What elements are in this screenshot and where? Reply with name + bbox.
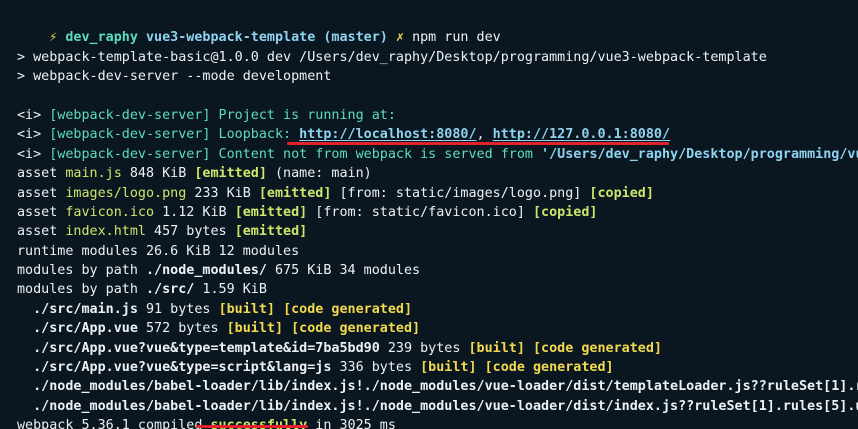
output-text: 848 KiB bbox=[121, 166, 195, 182]
output-text: runtime modules 26.6 KiB 12 modules bbox=[17, 243, 300, 259]
output-text: <i> bbox=[17, 127, 50, 143]
output-text: ./src/App.vue?vue&type=template&id=7ba5b… bbox=[17, 340, 380, 356]
output-text: [built] bbox=[218, 301, 275, 317]
output-text: [code generated] bbox=[291, 321, 421, 337]
output-text: favicon.ico bbox=[65, 204, 155, 220]
output-text: ./node_modules/babel-loader/lib/index.js… bbox=[17, 398, 858, 414]
output-text: ./src/App.vue bbox=[17, 321, 138, 337]
output-line: asset main.js 848 KiB [emitted] (name: m… bbox=[17, 164, 858, 183]
output-text: [built] bbox=[468, 340, 525, 356]
output-line: ./node_modules/babel-loader/lib/index.js… bbox=[17, 377, 858, 396]
output-text: [copied] bbox=[532, 204, 598, 220]
output-text: , bbox=[476, 127, 493, 143]
output-text: webpack 5.36.1 compiled bbox=[17, 418, 211, 429]
highlight-underline-loopback bbox=[287, 142, 669, 145]
output-text: [webpack-dev-server] Project is running … bbox=[49, 107, 396, 123]
output-text: asset bbox=[17, 166, 66, 182]
output-text: '/Users/dev_raphy/Desktop/programming/vu… bbox=[541, 146, 858, 162]
prompt-branch: (master) bbox=[323, 30, 388, 46]
output-text: [from: static/images/logo.png] bbox=[331, 185, 590, 201]
output-text: > webpack-dev-server --mode development bbox=[17, 69, 332, 85]
output-text: [code generated] bbox=[283, 301, 413, 317]
output-text: 1.59 KiB bbox=[194, 282, 267, 298]
output-text: <i> bbox=[17, 107, 50, 123]
output-text: [emitted] bbox=[234, 224, 308, 240]
output-text: [webpack-dev-server] Loopback: bbox=[49, 127, 300, 143]
output-text: [copied] bbox=[589, 185, 654, 201]
output-text: modules by path bbox=[17, 263, 146, 279]
output-line: ./src/App.vue 572 bytes [built] [code ge… bbox=[17, 319, 858, 338]
output-text: in 3025 ms bbox=[307, 418, 396, 429]
output-text: [emitted] bbox=[194, 166, 267, 182]
output-text: asset bbox=[17, 204, 66, 220]
output-text: 675 KiB 34 modules bbox=[266, 263, 421, 279]
output-line: ./src/main.js 91 bytes [built] [code gen… bbox=[17, 300, 858, 319]
output-text: [emitted] bbox=[258, 185, 332, 201]
prompt-command[interactable]: npm run dev bbox=[412, 30, 501, 45]
output-text: asset bbox=[17, 224, 66, 240]
output-text: ./src/ bbox=[146, 282, 195, 298]
terminal-window[interactable]: ⚡ dev_raphy vue3-webpack-template (maste… bbox=[0, 0, 858, 429]
output-text: [webpack-dev-server] Content not from we… bbox=[49, 146, 542, 162]
output-text: 336 bytes bbox=[331, 360, 421, 376]
terminal-output: > webpack-template-basic@1.0.0 dev /User… bbox=[17, 28, 858, 429]
output-text: 91 bytes bbox=[137, 301, 219, 317]
output-text: ./node_modules/babel-loader/lib/index.js… bbox=[17, 379, 858, 395]
prompt-project: vue3-webpack-template bbox=[146, 30, 316, 46]
output-text: modules by path bbox=[17, 282, 146, 298]
output-line: runtime modules 26.6 KiB 12 modules bbox=[17, 242, 858, 261]
output-text: [built] bbox=[226, 321, 284, 337]
output-text: main.js bbox=[65, 166, 122, 182]
highlight-underline-success bbox=[196, 425, 308, 428]
output-line: asset images/logo.png 233 KiB [emitted] … bbox=[17, 184, 858, 203]
output-text: ./node_modules/ bbox=[146, 263, 267, 279]
output-line: ./node_modules/babel-loader/lib/index.js… bbox=[17, 397, 858, 416]
output-text: [code generated] bbox=[484, 360, 614, 376]
output-text: [from: static/favicon.ico] bbox=[307, 204, 533, 220]
output-text: 233 KiB bbox=[186, 185, 259, 201]
output-text: ./src/main.js bbox=[17, 301, 138, 317]
output-text: images/logo.png bbox=[65, 185, 187, 201]
prompt-user: dev_raphy bbox=[65, 30, 138, 46]
output-line: ./src/App.vue?vue&type=script&lang=js 33… bbox=[17, 358, 858, 377]
output-text: asset bbox=[17, 185, 66, 201]
output-line: ./src/App.vue?vue&type=template&id=7ba5b… bbox=[17, 339, 858, 358]
output-text: <i> bbox=[17, 146, 50, 162]
output-text: 572 bytes bbox=[137, 321, 227, 337]
output-text: > webpack-template-basic@1.0.0 dev /User… bbox=[17, 49, 767, 65]
output-line: webpack 5.36.1 compiled successfully in … bbox=[17, 416, 858, 429]
prompt-line: ⚡ dev_raphy vue3-webpack-template (maste… bbox=[17, 9, 858, 45]
output-line: <i> [webpack-dev-server] Content not fro… bbox=[17, 145, 858, 164]
output-line: modules by path ./src/ 1.59 KiB bbox=[17, 280, 858, 299]
output-text: 1.12 KiB bbox=[154, 204, 235, 220]
output-line: > webpack-template-basic@1.0.0 dev /User… bbox=[17, 48, 858, 67]
output-text: [emitted] bbox=[234, 204, 308, 220]
output-text: [code generated] bbox=[532, 340, 662, 356]
output-line: asset index.html 457 bytes [emitted] bbox=[17, 222, 858, 241]
url-link[interactable]: http://127.0.0.1:8080/ bbox=[493, 127, 670, 142]
output-line: modules by path ./node_modules/ 675 KiB … bbox=[17, 261, 858, 280]
output-line: > webpack-dev-server --mode development bbox=[17, 67, 858, 86]
output-text: (name: main) bbox=[266, 166, 372, 182]
url-link[interactable]: http://localhost:8080/ bbox=[299, 127, 476, 142]
output-text: 239 bytes bbox=[379, 340, 469, 356]
dirty-status-icon: ✗ bbox=[395, 30, 404, 46]
output-text: [built] bbox=[420, 360, 477, 376]
output-line: <i> [webpack-dev-server] Project is runn… bbox=[17, 106, 858, 125]
output-text: 457 bytes bbox=[146, 224, 235, 240]
output-text: index.html bbox=[65, 224, 146, 240]
output-text: ./src/App.vue?vue&type=script&lang=js bbox=[17, 360, 332, 376]
output-line: asset favicon.ico 1.12 KiB [emitted] [fr… bbox=[17, 203, 858, 222]
